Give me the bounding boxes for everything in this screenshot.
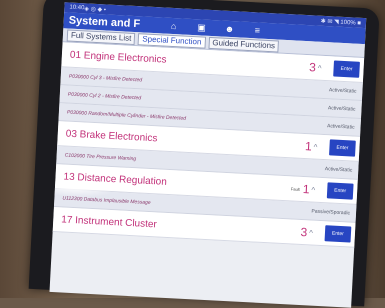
dtc-state: Active/Static — [324, 165, 353, 174]
document-icon[interactable]: ▣ — [190, 21, 213, 33]
fault-count: 1 — [302, 182, 310, 197]
dtc-state: Active/Static — [328, 86, 357, 95]
tablet-screen: 10:40 ◈ ◎ ◆ • ✱ ✉ ◥ 100% ■ System and F … — [49, 2, 367, 308]
status-right: ✱ ✉ ◥ 100% ■ — [320, 18, 362, 27]
enter-button[interactable]: Enter — [326, 182, 354, 200]
chevron-up-icon[interactable]: ^ — [313, 142, 317, 151]
chevron-up-icon[interactable]: ^ — [311, 185, 315, 194]
enter-button[interactable]: Enter — [329, 139, 356, 157]
system-list: 01 Engine Electronics 3 ^ Enter P030000 … — [52, 42, 365, 248]
system-status: Fault — [290, 185, 300, 192]
fault-count: 3 — [300, 224, 308, 240]
fault-count: 1 — [304, 139, 313, 154]
menu-icon[interactable]: ≡ — [246, 25, 268, 36]
system-name: 13 Distance Regulation — [63, 170, 168, 188]
chevron-up-icon[interactable]: ^ — [309, 228, 313, 237]
enter-button[interactable]: Enter — [324, 225, 352, 243]
fault-count: 3 — [308, 60, 317, 75]
system-name: 03 Brake Electronics — [65, 128, 158, 144]
chevron-up-icon[interactable]: ^ — [318, 63, 322, 72]
status-icons: ◈ ◎ ◆ • — [84, 5, 107, 13]
system-name: 01 Engine Electronics — [69, 49, 167, 66]
user-icon[interactable]: ☻ — [218, 23, 240, 34]
enter-button[interactable]: Enter — [333, 60, 360, 78]
tablet-device: 10:40 ◈ ◎ ◆ • ✱ ✉ ◥ 100% ■ System and F … — [28, 0, 380, 308]
home-icon[interactable]: ⌂ — [162, 20, 184, 31]
dtc-state: Passive/Sporadic — [311, 207, 351, 217]
system-name: 17 Instrument Cluster — [61, 213, 158, 230]
status-time: 10:40 — [69, 4, 85, 12]
dtc-state: Active/Static — [326, 122, 355, 131]
dtc-state: Active/Static — [327, 104, 356, 113]
